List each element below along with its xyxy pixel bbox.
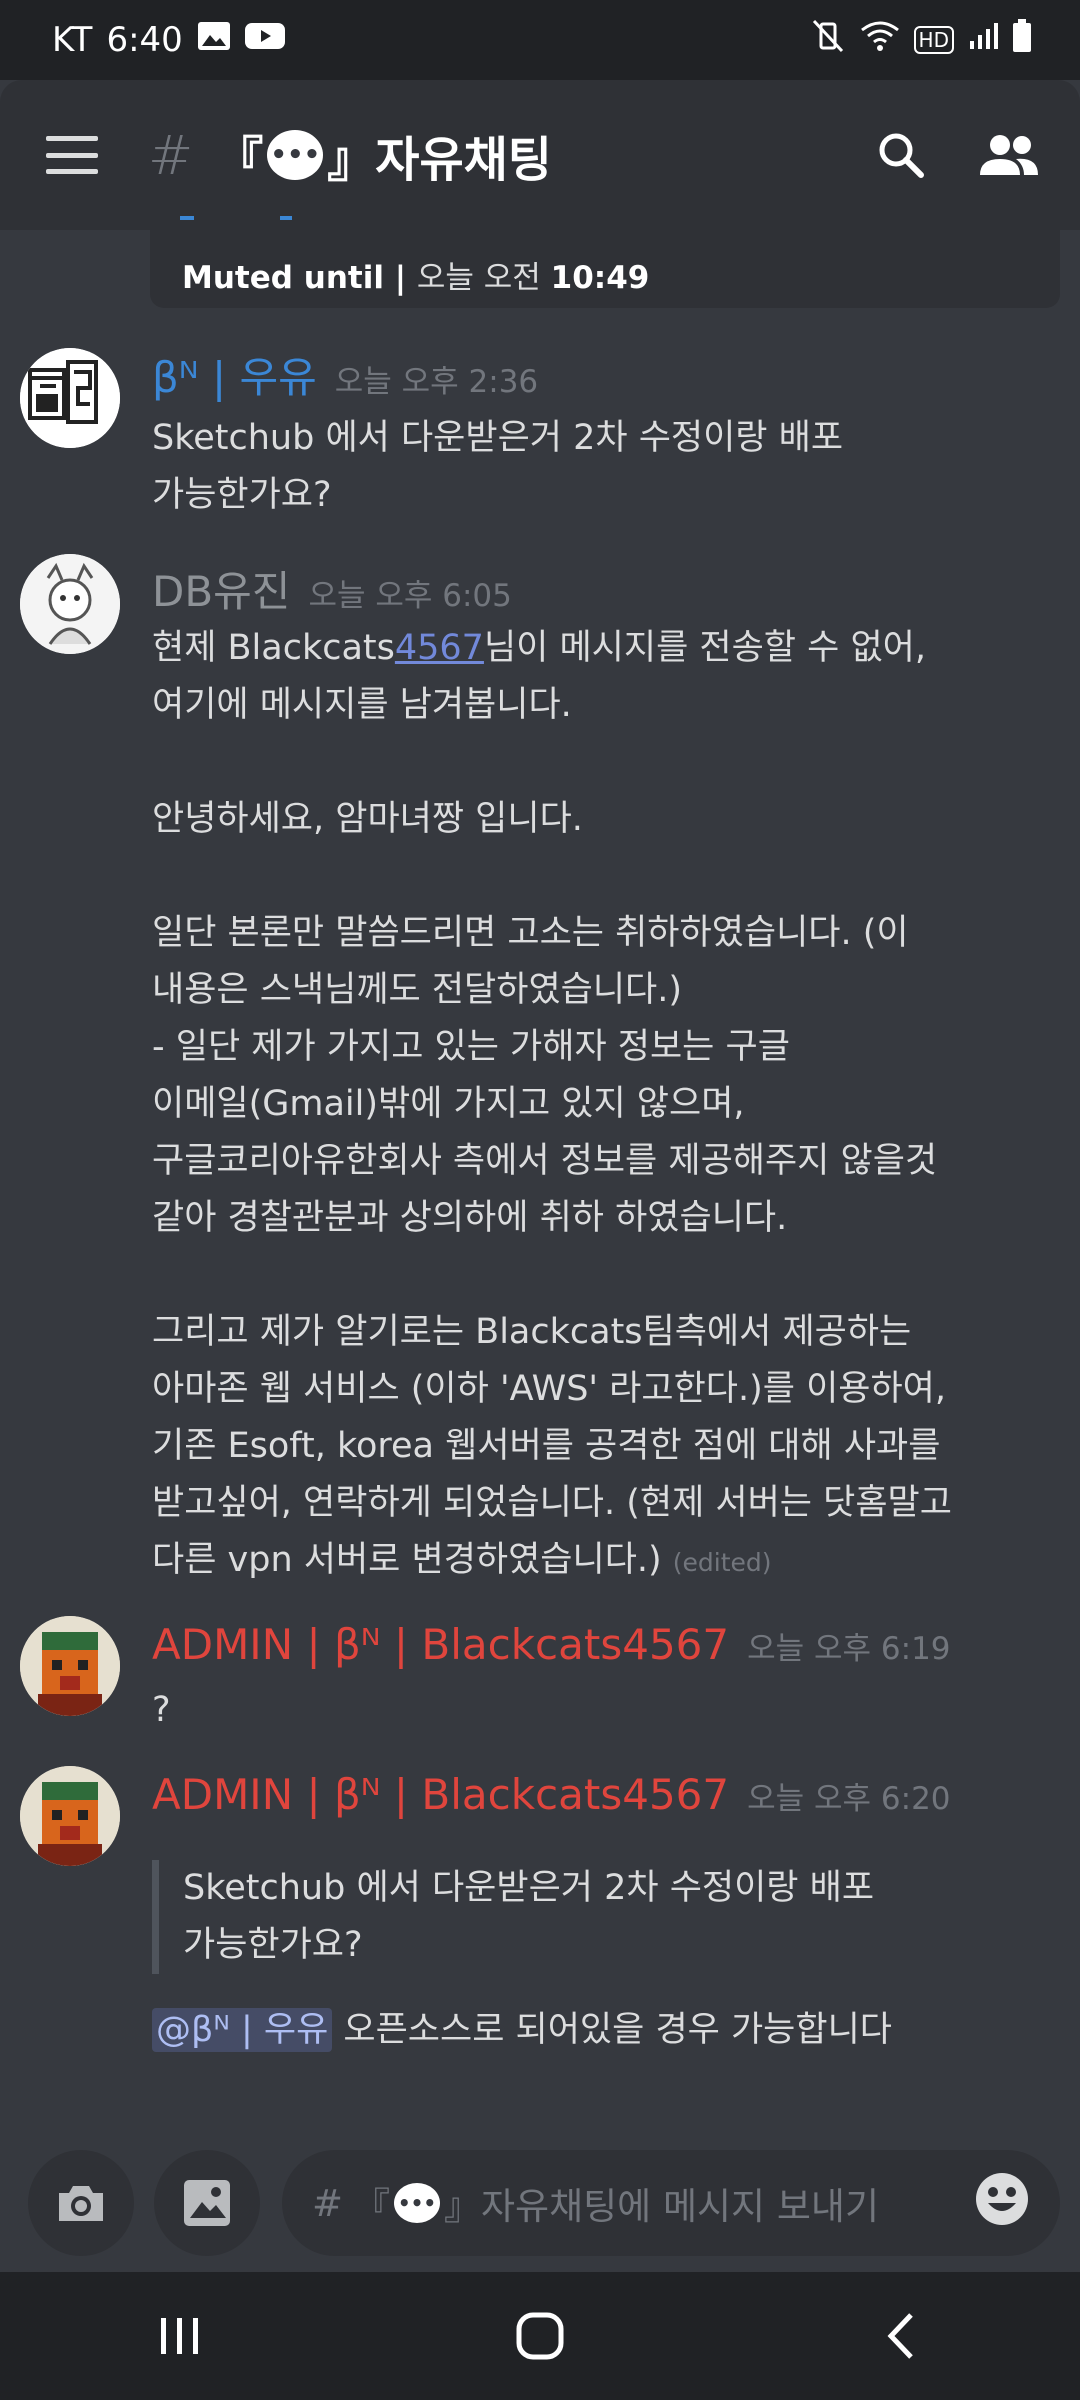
placeholder-bracket-open: 『 — [353, 2185, 391, 2228]
system-nav-bar — [0, 2272, 1080, 2400]
message-input-placeholder: # 『 ••• 』자유채팅에 메시지 보내기 — [312, 2176, 974, 2230]
avatar[interactable] — [20, 1616, 120, 1716]
muted-notice: Muted until | 오늘 오전 10:49 — [150, 214, 1060, 308]
clock: 6:40 — [106, 20, 183, 60]
avatar[interactable] — [20, 554, 120, 654]
text-before-link: 현제 Blackcats — [152, 628, 395, 668]
username[interactable]: DB유진 — [152, 558, 290, 619]
avatar[interactable] — [20, 348, 120, 448]
signal-icon — [968, 20, 998, 60]
speech-bubble-emoji: ••• — [394, 2183, 441, 2223]
channel-header: # 『 ••• 』 자유채팅 — [0, 80, 1080, 230]
battery-icon — [1012, 18, 1032, 62]
message-composer: # 『 ••• 』자유채팅에 메시지 보내기 — [0, 2140, 1080, 2272]
reply-text: 오픈소스로 되어있을 경우 가능합니다 — [332, 2010, 892, 2050]
timestamp: 오늘 오후 6:20 — [747, 1781, 951, 1817]
message-text: 현제 Blackcats4567님이 메시지를 전송할 수 없어, 여기에 메시… — [152, 620, 1032, 1591]
back-icon[interactable] — [840, 2296, 960, 2376]
menu-icon[interactable] — [46, 136, 98, 174]
channel-name: 자유채팅 — [375, 132, 552, 188]
username[interactable]: ADMIN | βᴺ | Blackcats4567 — [152, 1620, 729, 1669]
timestamp: 오늘 오후 6:19 — [747, 1631, 951, 1667]
recents-icon[interactable] — [120, 2296, 240, 2376]
home-icon[interactable] — [480, 2296, 600, 2376]
text-after-link: 님이 메시지를 전송할 수 없어, 여기에 메시지를 남겨봅니다. 안녕하세요,… — [152, 628, 952, 1580]
message-text: Sketchub 에서 다운받은거 2차 수정이랑 배포 가능한가요? — [152, 418, 844, 515]
hd-badge: HD — [913, 26, 954, 54]
search-icon[interactable] — [866, 120, 936, 190]
channel-title: 『 ••• 』 자유채팅 — [215, 120, 828, 190]
youtube-notification-icon — [244, 20, 285, 60]
timestamp: 오늘 오후 6:05 — [308, 578, 512, 614]
speech-bubble-emoji: ••• — [267, 130, 324, 180]
bracket-close: 』 — [327, 132, 376, 188]
message-input[interactable]: # 『 ••• 』자유채팅에 메시지 보내기 — [282, 2150, 1060, 2256]
message-text: ? — [152, 1690, 171, 1730]
edited-label: (edited) — [672, 1548, 772, 1577]
gallery-notification-icon — [197, 20, 231, 60]
placeholder-text: 』자유채팅에 메시지 보내기 — [444, 2185, 879, 2228]
wifi-icon — [860, 20, 900, 61]
vibrate-mute-icon — [810, 19, 846, 62]
emoji-icon[interactable] — [974, 2171, 1030, 2236]
muted-date: 오늘 오전 — [416, 260, 551, 296]
camera-icon[interactable] — [28, 2150, 134, 2256]
status-bar: KT 6:40 HD — [0, 0, 1080, 80]
avatar[interactable] — [20, 1766, 120, 1866]
timestamp: 오늘 오후 2:36 — [334, 364, 539, 400]
user-mention[interactable]: @βᴺ | 우유 — [152, 2008, 333, 2052]
bracket-open: 『 — [215, 132, 264, 188]
placeholder-hash: # — [312, 2181, 344, 2225]
image-icon[interactable] — [154, 2150, 260, 2256]
username[interactable]: βᴺ | 우유 — [152, 344, 317, 405]
username[interactable]: ADMIN | βᴺ | Blackcats4567 — [152, 1770, 729, 1819]
channel-hash-icon: # — [148, 123, 194, 187]
message-text: @βᴺ | 우유 오픈소스로 되어있을 경우 가능합니다 — [152, 2002, 1032, 2059]
message-link[interactable]: 4567 — [395, 628, 484, 668]
carrier-label: KT — [52, 20, 93, 60]
muted-time: 10:49 — [550, 260, 650, 296]
muted-label: Muted until | — [182, 260, 417, 296]
quoted-message: Sketchub 에서 다운받은거 2차 수정이랑 배포 가능한가요? — [152, 1860, 1012, 1974]
members-icon[interactable] — [974, 120, 1044, 190]
